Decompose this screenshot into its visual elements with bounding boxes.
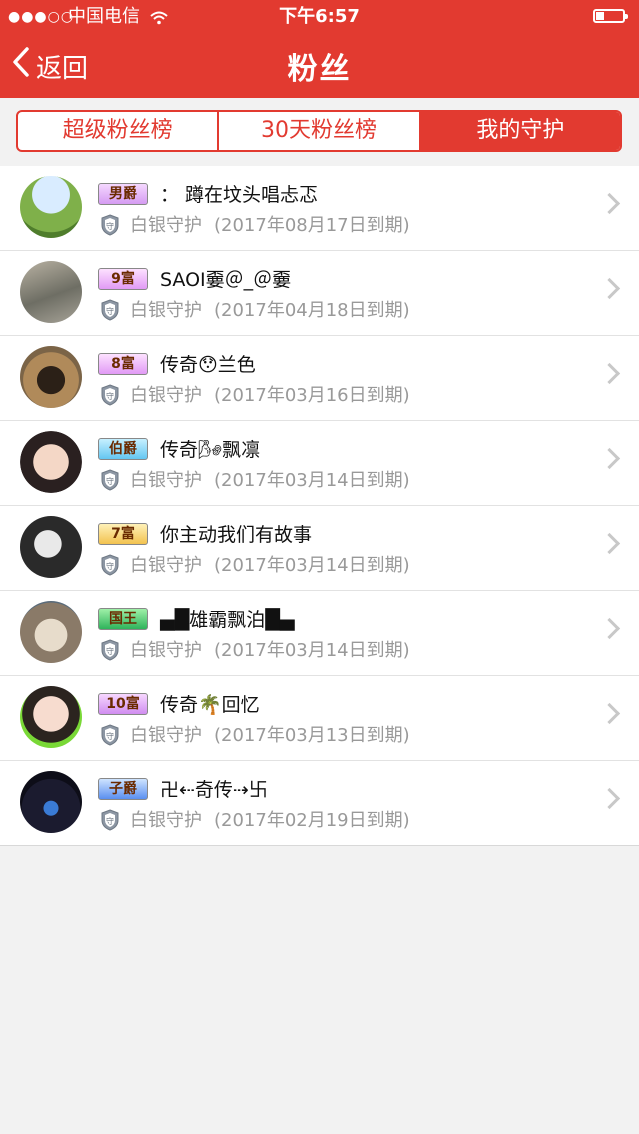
guard-shield-icon: 守 <box>100 299 120 321</box>
nav-bar: 返回 粉丝 <box>0 34 639 98</box>
guard-shield-icon: 守 <box>100 809 120 831</box>
expiry-date: (2017年04月18日到期) <box>214 300 410 321</box>
avatar[interactable] <box>20 686 82 748</box>
chevron-right-icon <box>598 787 621 810</box>
rank-badge: 8富 <box>98 353 148 375</box>
svg-text:守: 守 <box>106 731 114 741</box>
svg-text:守: 守 <box>106 306 114 316</box>
list-item[interactable]: 8富 传奇😯兰色 守 白银守护 (2017年03月16日到期) <box>0 336 639 421</box>
guard-shield-icon: 守 <box>100 469 120 491</box>
fan-name: 卍⇠奇传⇢卐 <box>160 779 268 801</box>
fan-name: 传奇🌬飘凛 <box>160 439 261 461</box>
page-title: 粉丝 <box>287 52 352 87</box>
rank-badge: 伯爵 <box>98 438 148 460</box>
chevron-right-icon <box>598 362 621 385</box>
expiry-date: (2017年03月16日到期) <box>214 385 410 406</box>
tab-30day-fans[interactable]: 30天粉丝榜 <box>219 112 421 150</box>
guard-level: 白银守护 <box>130 810 202 831</box>
guard-level: 白银守护 <box>130 555 202 576</box>
avatar[interactable] <box>20 346 82 408</box>
chevron-right-icon <box>598 702 621 725</box>
clock: 下午6:57 <box>279 6 360 27</box>
guard-level: 白银守护 <box>130 215 202 236</box>
guard-shield-icon: 守 <box>100 554 120 576</box>
fan-name: ： 蹲在坟头唱忐忑 <box>160 184 319 206</box>
avatar[interactable] <box>20 516 82 578</box>
chevron-right-icon <box>598 277 621 300</box>
list-item[interactable]: 7富 你主动我们有故事 守 白银守护 (2017年03月14日到期) <box>0 506 639 591</box>
guard-shield-icon: 守 <box>100 384 120 406</box>
fan-name: 你主动我们有故事 <box>160 524 313 546</box>
rank-badge: 国王 <box>98 608 148 630</box>
expiry-date: (2017年08月17日到期) <box>214 215 410 236</box>
rank-badge: 男爵 <box>98 183 148 205</box>
guard-level: 白银守护 <box>130 725 202 746</box>
avatar[interactable] <box>20 261 82 323</box>
svg-text:守: 守 <box>106 646 114 656</box>
rank-badge: 10富 <box>98 693 148 715</box>
avatar[interactable] <box>20 601 82 663</box>
expiry-date: (2017年03月13日到期) <box>214 725 410 746</box>
battery-icon <box>593 9 628 23</box>
list-item[interactable]: 国王 ▄█雄霸飘泊█▄ 守 白银守护 (2017年03月14日到期) <box>0 591 639 676</box>
fan-name: SAOI嫑＠_＠嫑 <box>160 269 292 291</box>
guard-shield-icon: 守 <box>100 724 120 746</box>
fan-name: 传奇😯兰色 <box>160 354 256 376</box>
guard-level: 白银守护 <box>130 640 202 661</box>
chevron-right-icon <box>598 192 621 215</box>
avatar[interactable] <box>20 771 82 833</box>
avatar[interactable] <box>20 431 82 493</box>
fan-name: ▄█雄霸飘泊█▄ <box>160 609 295 631</box>
rank-badge: 子爵 <box>98 778 148 800</box>
chevron-right-icon <box>598 532 621 555</box>
svg-text:守: 守 <box>106 816 114 826</box>
fan-name: 传奇🌴回忆 <box>160 694 260 716</box>
svg-text:守: 守 <box>106 221 114 231</box>
list-item[interactable]: 9富 SAOI嫑＠_＠嫑 守 白银守护 (2017年04月18日到期) <box>0 251 639 336</box>
guard-shield-icon: 守 <box>100 639 120 661</box>
avatar[interactable] <box>20 176 82 238</box>
guard-shield-icon: 守 <box>100 214 120 236</box>
tab-super-fans[interactable]: 超级粉丝榜 <box>18 112 220 150</box>
expiry-date: (2017年03月14日到期) <box>214 470 410 491</box>
list-item[interactable]: 男爵 ： 蹲在坟头唱忐忑 守 白银守护 (2017年08月17日到期) <box>0 166 639 251</box>
list-item[interactable]: 子爵 卍⇠奇传⇢卐 守 白银守护 (2017年02月19日到期) <box>0 761 639 845</box>
guard-level: 白银守护 <box>130 385 202 406</box>
guard-level: 白银守护 <box>130 300 202 321</box>
svg-text:守: 守 <box>106 561 114 571</box>
chevron-right-icon <box>598 617 621 640</box>
svg-text:守: 守 <box>106 476 114 486</box>
tab-my-guards[interactable]: 我的守护 <box>420 112 620 150</box>
list-item[interactable]: 伯爵 传奇🌬飘凛 守 白银守护 (2017年03月14日到期) <box>0 421 639 506</box>
tab-bar-container: 超级粉丝榜 30天粉丝榜 我的守护 <box>0 98 639 167</box>
expiry-date: (2017年03月14日到期) <box>214 555 410 576</box>
svg-text:守: 守 <box>106 391 114 401</box>
expiry-date: (2017年03月14日到期) <box>214 640 410 661</box>
expiry-date: (2017年02月19日到期) <box>214 810 410 831</box>
chevron-right-icon <box>598 447 621 470</box>
fan-list: 男爵 ： 蹲在坟头唱忐忑 守 白银守护 (2017年08月17日到期) 9富 S… <box>0 166 639 846</box>
top-bar: ●●●○○ 中国电信 下午6:57 返回 粉丝 <box>0 0 639 98</box>
rank-badge: 7富 <box>98 523 148 545</box>
rank-badge: 9富 <box>98 268 148 290</box>
list-item[interactable]: 10富 传奇🌴回忆 守 白银守护 (2017年03月13日到期) <box>0 676 639 761</box>
guard-level: 白银守护 <box>130 470 202 491</box>
status-bar: ●●●○○ 中国电信 下午6:57 <box>0 0 639 34</box>
segmented-tabs: 超级粉丝榜 30天粉丝榜 我的守护 <box>16 110 622 152</box>
